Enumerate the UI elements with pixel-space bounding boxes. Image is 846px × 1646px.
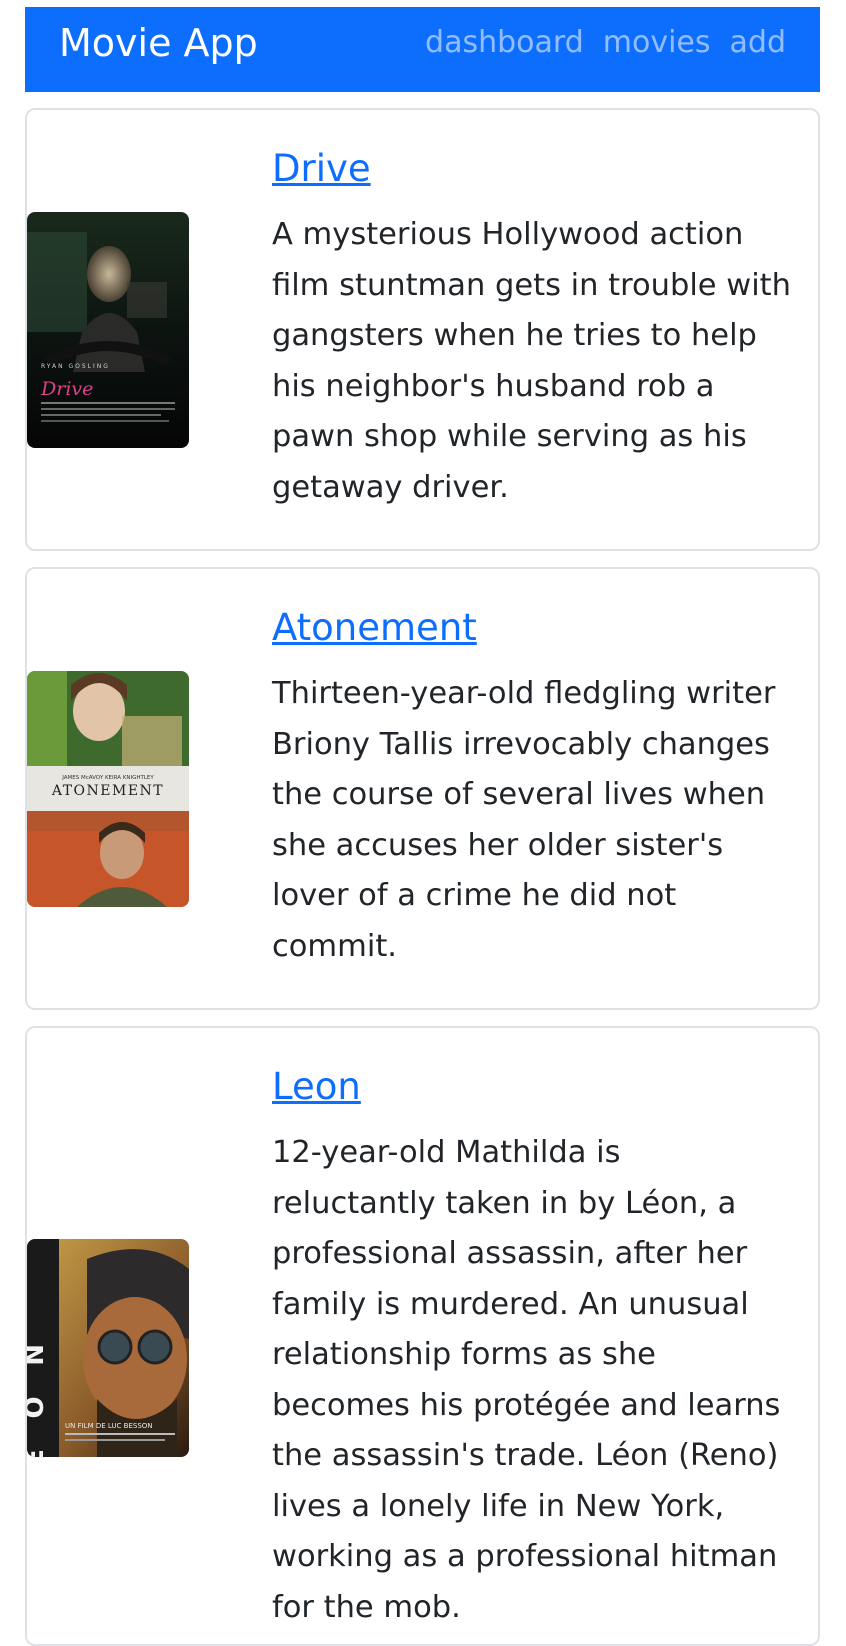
nav-link-movies[interactable]: movies (603, 17, 711, 69)
nav-link-dashboard[interactable]: dashboard (425, 17, 584, 69)
movie-card-atonement: JAMES McAVOY KEIRA KNIGHTLEY ATONEMENT A… (25, 567, 820, 1010)
poster-title-atonement: ATONEMENT (51, 783, 164, 799)
movie-title-link[interactable]: Atonement (272, 604, 477, 652)
movie-poster-atonement[interactable]: JAMES McAVOY KEIRA KNIGHTLEY ATONEMENT (27, 671, 189, 907)
movie-card-drive: RYAN GOSLING Drive Drive A mysterious Ho… (25, 108, 820, 551)
movie-title-link[interactable]: Drive (272, 145, 371, 193)
poster-credit-drive: RYAN GOSLING (41, 363, 110, 370)
movie-poster-drive[interactable]: RYAN GOSLING Drive (27, 212, 189, 448)
movie-overview: A mysterious Hollywood action film stunt… (272, 217, 791, 505)
poster-title-drive: Drive (40, 378, 93, 400)
poster-credit-leon: UN FILM DE LUC BESSON (65, 1422, 153, 1430)
nav-links: dashboard movies add (425, 17, 786, 69)
poster-credit-atonement: JAMES McAVOY KEIRA KNIGHTLEY (61, 775, 154, 781)
movie-card-leon: LÉON UN FILM DE LUC BESSON Leon 12-year-… (25, 1026, 820, 1646)
movie-overview: Thirteen-year-old fledgling writer Brion… (272, 676, 776, 964)
movie-title-link[interactable]: Leon (272, 1063, 361, 1111)
brand-link[interactable]: Movie App (59, 17, 258, 69)
movie-poster-leon[interactable]: LÉON UN FILM DE LUC BESSON (27, 1239, 189, 1457)
navbar: Movie App dashboard movies add (25, 7, 820, 92)
movie-overview: 12-year-old Mathilda is reluctantly take… (272, 1135, 781, 1625)
nav-link-add[interactable]: add (730, 17, 786, 69)
